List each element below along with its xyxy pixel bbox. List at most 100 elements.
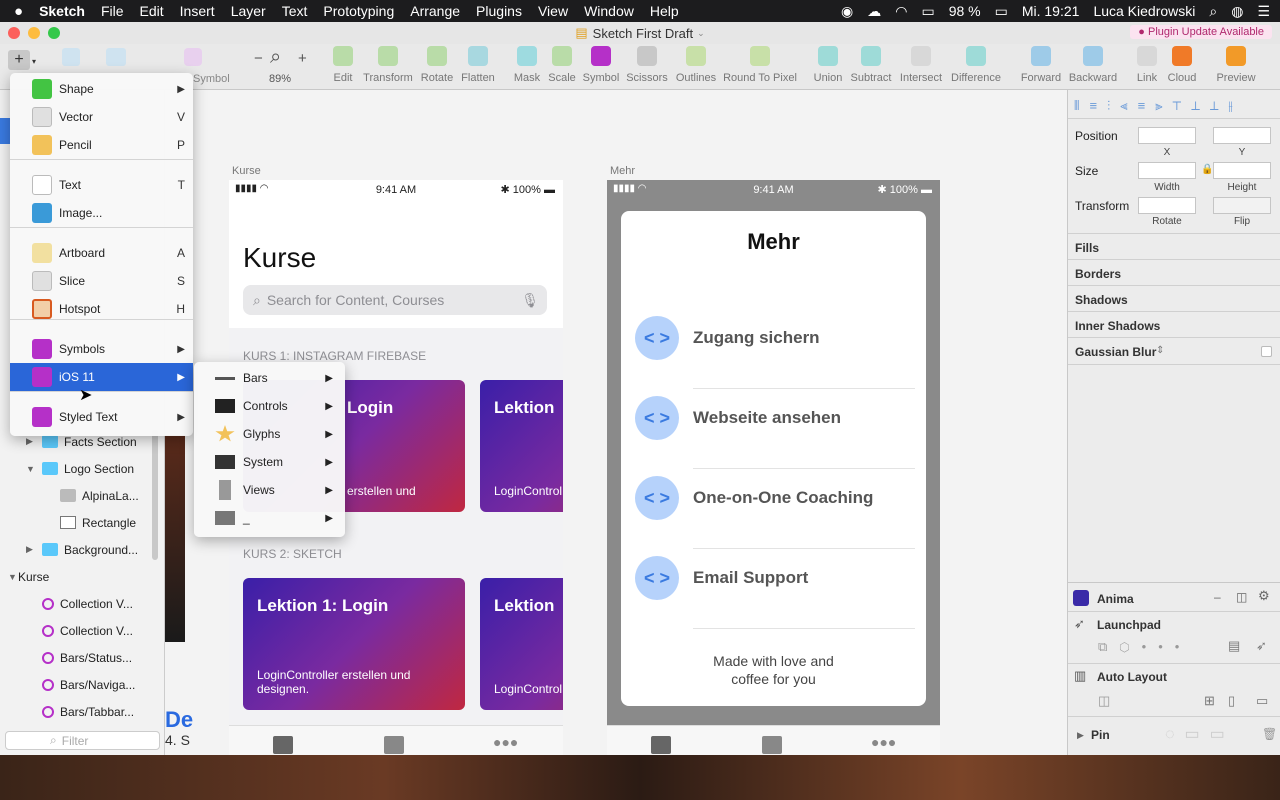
grid-icon[interactable]: ⊞ [1204,693,1215,709]
layer-list-scrollbar[interactable] [152,430,158,560]
menu-view[interactable]: View [530,3,576,19]
shadows-section[interactable]: Shadows [1075,293,1128,307]
layer-row[interactable]: Collection V... [0,617,150,644]
mehr-list-item[interactable]: < > Zugang sichern [635,308,915,389]
tab-layers-icon[interactable] [384,736,404,754]
chevron-down-icon[interactable]: ⌄ [697,28,705,39]
disclosure-open-icon[interactable]: ▼ [8,572,18,582]
search-bar[interactable]: ⌕ Search for Content, Courses 🎙 [243,285,547,315]
menu-edit[interactable]: Edit [132,3,172,19]
rotate-field[interactable] [1138,197,1196,214]
insert-menu-artboard[interactable]: Artboard A [10,239,193,267]
layer-row[interactable]: Collection V... [0,590,150,617]
course-card[interactable]: Lektion LoginControl designen. [480,380,563,512]
insert-menu-symbols[interactable]: Symbols ▶ [10,335,193,363]
layer-row[interactable]: ▼ Kurse [0,563,150,590]
battery-icon[interactable]: ▭ [995,3,1008,20]
device-icon[interactable]: ▯ [1228,693,1235,709]
ios-submenu-controls[interactable]: Controls ▶ [194,392,345,420]
user-name[interactable]: Luca Kiedrowski [1093,3,1195,19]
layer-row[interactable]: Bars/Naviga... [0,671,150,698]
layer-row[interactable]: AlpinaLa... [0,482,150,509]
pin-controls[interactable]: ◌▭▭ [1165,724,1235,744]
insert-button[interactable]: + [8,50,30,70]
course-card[interactable]: Lektion 1: Login LoginController erstell… [243,578,465,710]
minimize-window-button[interactable] [28,27,40,39]
insert-menu-styled-text[interactable]: Styled Text ▶ [10,403,193,431]
tab-layers-icon[interactable] [762,736,782,754]
fills-section[interactable]: Fills [1075,241,1099,255]
artboard-mehr[interactable]: ▮▮▮▮ ◠ 9:41 AM ✱ 100% ▬ Mehr < > Zugang s… [607,180,940,755]
layer-row[interactable]: ▼ Logo Section [0,455,150,482]
x-position-field[interactable] [1138,127,1196,144]
record-icon[interactable]: ◉ [841,3,853,20]
ios-submenu-glyphs[interactable]: Glyphs ▶ [194,420,345,448]
menu-app-name[interactable]: Sketch [31,3,93,19]
gear-icon[interactable]: ⚙ [1258,588,1270,604]
layer-row[interactable]: Rectangle [0,509,150,536]
lock-icon[interactable]: 🔒 [1201,164,1213,175]
gaussian-blur-section[interactable]: Gaussian Blur [1075,345,1156,359]
menu-insert[interactable]: Insert [172,3,223,19]
menu-window[interactable]: Window [576,3,642,19]
apple-icon[interactable]: ● [0,3,31,20]
rocket-icon[interactable]: ➶ [1256,638,1267,654]
layer-row[interactable]: ▶ Background... [0,536,150,563]
disclosure-open-icon[interactable]: ▼ [26,464,36,474]
window-title[interactable]: Sketch First Draft [593,26,693,41]
ios-submenu-bars[interactable]: Bars ▶ [194,364,345,392]
menu-plugins[interactable]: Plugins [468,3,530,19]
mehr-list-item[interactable]: < > Email Support [635,548,915,629]
trash-icon[interactable]: 🗑 [1262,727,1277,741]
close-window-button[interactable] [8,27,20,39]
clock[interactable]: Mi. 19:21 [1022,3,1080,19]
tab-more-icon[interactable]: ●●● [493,734,518,750]
course-card[interactable]: Lektion LoginControl designen. [480,578,563,710]
minimize-panel-icon[interactable]: – [1214,590,1221,604]
blur-toggle-checkbox[interactable] [1261,346,1272,357]
tab-courses-icon[interactable] [651,736,671,754]
inner-shadows-section[interactable]: Inner Shadows [1075,319,1160,333]
layer-filter-field[interactable]: ⌕ Filter [5,731,160,750]
width-field[interactable] [1138,162,1196,179]
menu-arrange[interactable]: Arrange [402,3,468,19]
launchpad-tools[interactable]: ⧉⬡••• [1098,639,1191,655]
ios-submenu-system[interactable]: System ▶ [194,448,345,476]
mehr-list-item[interactable]: < > Webseite ansehen [635,388,915,469]
panel-layout-icon[interactable]: ◫ [1236,590,1247,604]
disclosure-triangle-icon[interactable]: ▶ [1077,730,1084,741]
insert-menu-image[interactable]: Image... [10,199,193,227]
menu-help[interactable]: Help [642,3,687,19]
artboard-label-kurse[interactable]: Kurse [232,165,261,177]
alignment-toolbar[interactable]: ⫴≡⫶⫷≡⫸⊤⊥⊥⫲ [1074,98,1243,114]
insert-menu-shape[interactable]: Shape ▶ [10,75,193,103]
layer-row[interactable]: Bars/Tabbar... [0,698,150,725]
menu-prototyping[interactable]: Prototyping [315,3,402,19]
siri-icon[interactable]: ◍ [1231,3,1243,20]
disclosure-closed-icon[interactable]: ▶ [26,544,36,555]
borders-section[interactable]: Borders [1075,267,1121,281]
artboard-label-mehr[interactable]: Mehr [610,165,635,177]
flip-control[interactable] [1213,197,1271,214]
tab-courses-icon[interactable] [273,736,293,754]
mehr-list-item[interactable]: < > One-on-One Coaching [635,468,915,549]
height-field[interactable] [1213,162,1271,179]
ungroup-icon[interactable] [106,48,126,66]
plugin-update-badge[interactable]: ● Plugin Update Available [1130,25,1272,39]
menu-text[interactable]: Text [274,3,316,19]
insert-menu-text[interactable]: Text T [10,171,193,199]
ios-submenu-views[interactable]: Views ▶ [194,476,345,504]
zoom-magnifier-icon[interactable]: ⌕ [270,46,281,69]
ios-submenu-underscore[interactable]: _ ▶ [194,504,345,532]
group-icon[interactable] [62,48,80,66]
creative-cloud-icon[interactable]: ☁ [867,3,881,20]
zoom-window-button[interactable] [48,27,60,39]
disclosure-closed-icon[interactable]: ▶ [26,436,36,447]
zoom-out-icon[interactable]: − [254,50,263,67]
insert-menu-vector[interactable]: Vector V [10,103,193,131]
insert-menu-slice[interactable]: Slice S [10,267,193,295]
wifi-icon[interactable]: ◠ [895,3,907,20]
device-landscape-icon[interactable]: ▭ [1256,693,1268,709]
insert-menu-ios-11[interactable]: iOS 11 ▶ [10,363,193,391]
menu-file[interactable]: File [93,3,132,19]
